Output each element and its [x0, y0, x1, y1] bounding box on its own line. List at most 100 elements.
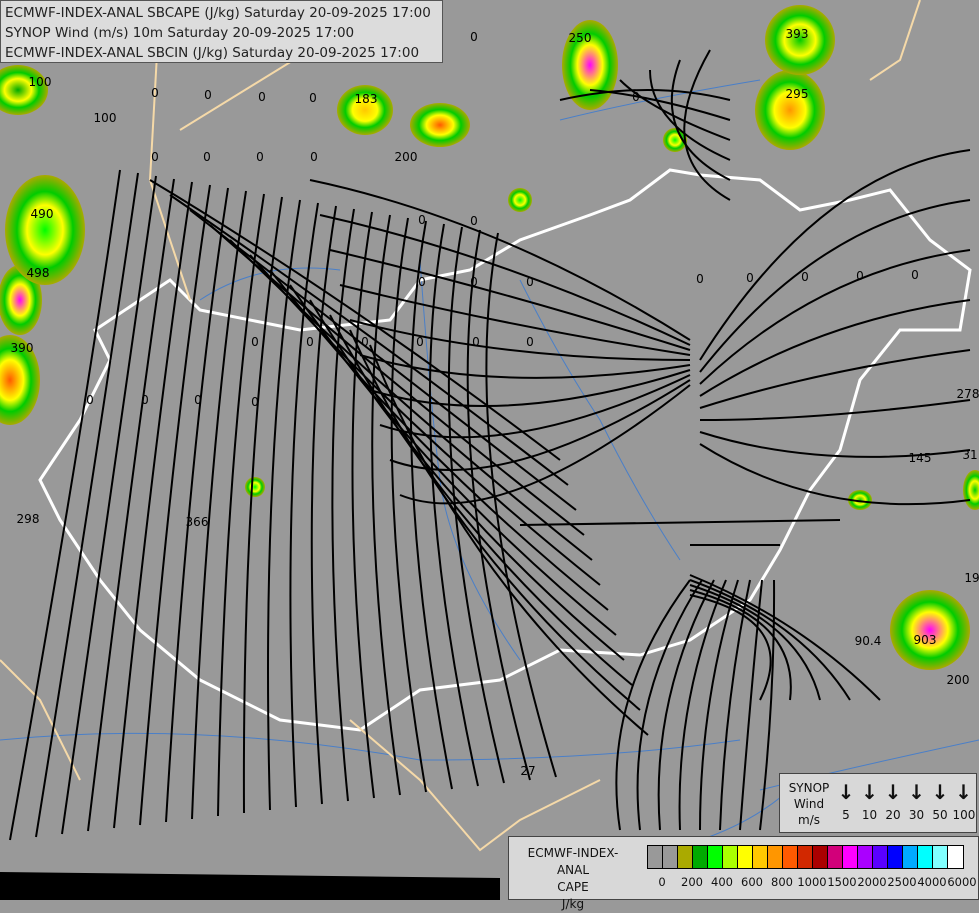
map-value-label: 0 — [416, 335, 424, 349]
cape-tick-label: 0 — [658, 875, 666, 889]
map-value-label: 0 — [204, 88, 212, 102]
wind-speed-label: 100 — [952, 808, 976, 822]
streamline — [371, 214, 401, 796]
map-value-label: 298 — [16, 512, 40, 526]
map-value-label: 100 — [93, 111, 117, 125]
wind-legend-item: ↓ 5 — [835, 782, 857, 822]
streamline — [466, 229, 531, 781]
streamline — [657, 579, 715, 831]
map-value-label: 250 — [568, 31, 592, 45]
cape-color-cell — [693, 846, 708, 868]
map-value-label: 200 — [946, 673, 970, 687]
map-value-label: 0 — [306, 335, 314, 349]
cape-tick-label: 1500 — [827, 875, 857, 889]
wind-speed-label: 5 — [842, 808, 850, 822]
map-value-label: 393 — [785, 27, 809, 41]
cape-color-cell — [918, 846, 933, 868]
map-value-label: 0 — [86, 393, 94, 407]
map-value-label: 490 — [30, 207, 54, 221]
streamline — [289, 202, 319, 808]
map-value-label: 390 — [10, 341, 34, 355]
streamline — [699, 249, 971, 385]
cape-area — [245, 477, 265, 497]
streamline — [169, 194, 569, 486]
wind-arrow-down-icon: ↓ — [931, 780, 949, 804]
cape-color-bar — [647, 845, 964, 869]
map-value-label: 200 — [394, 150, 418, 164]
streamline — [349, 319, 691, 361]
map-value-label: 0 — [256, 150, 264, 164]
cape-color-cell — [843, 846, 858, 868]
streamline — [699, 199, 971, 373]
cape-legend-title: ECMWF-INDEX-ANAL — [527, 846, 619, 877]
cape-color-cell — [888, 846, 903, 868]
cape-color-cell — [798, 846, 813, 868]
map-value-label: 0 — [696, 272, 704, 286]
map-value-label: 100 — [28, 75, 52, 89]
cape-color-cell — [753, 846, 768, 868]
streamline — [636, 579, 703, 831]
map-value-label: 0 — [470, 275, 478, 289]
cape-color-cell — [828, 846, 843, 868]
cape-area — [890, 590, 970, 670]
map-value-label: 498 — [26, 266, 50, 280]
cape-color-cell — [648, 846, 663, 868]
cape-color-cell — [723, 846, 738, 868]
streamline — [113, 181, 193, 829]
wind-arrow-down-icon: ↓ — [908, 780, 925, 804]
map-value-label: 0 — [632, 90, 640, 104]
wind-legend-item: ↓ 100 — [952, 780, 976, 822]
wind-arrow-down-icon: ↓ — [955, 780, 972, 804]
cape-tick-label: 6000 — [947, 875, 977, 889]
map-value-label: 0 — [526, 335, 534, 349]
cape-tick-label: 1000 — [797, 875, 827, 889]
cape-color-cell — [738, 846, 753, 868]
streamline — [242, 196, 283, 814]
map-value-label: 0 — [801, 270, 809, 284]
wind-speed-label: 10 — [861, 808, 878, 822]
cape-area — [0, 65, 48, 115]
streamline — [699, 349, 971, 409]
wind-legend-item: ↓ 10 — [859, 782, 881, 822]
wind-arrow-down-icon: ↓ — [837, 780, 855, 804]
map-value-label: 278 — [956, 387, 979, 401]
map-value-label: 19 — [964, 571, 979, 585]
map-value-label: 903 — [913, 633, 937, 647]
cape-color-cell — [768, 846, 783, 868]
country-borders — [0, 0, 972, 852]
streamline — [209, 224, 585, 536]
streamline — [351, 211, 375, 799]
streamline — [329, 249, 691, 351]
bottom-black-strip — [0, 872, 500, 900]
cape-legend: ECMWF-INDEX-ANAL CAPE J/kg 0 200 400 600 800… — [508, 836, 979, 911]
wind-streamlines — [9, 49, 971, 841]
title-synop-wind: SYNOP Wind (m/s) 10m Saturday 20-09-2025… — [5, 25, 355, 41]
streamline — [217, 193, 265, 817]
cape-tick-label: 600 — [741, 875, 763, 889]
streamline — [699, 579, 739, 831]
streamline — [309, 179, 691, 341]
cape-tick-label: 800 — [771, 875, 793, 889]
cape-color-cell — [783, 846, 798, 868]
map-value-label: 0 — [418, 275, 426, 289]
map-value-label: 0 — [856, 269, 864, 283]
streamline — [191, 190, 247, 820]
map-value-label: 0 — [470, 214, 478, 228]
wind-legend: SYNOP Wind m/s ↓ 5 ↓ 10 ↓ 20 ↓ 30 ↓ 50 ↓ 100 — [779, 773, 977, 833]
cape-color-cell — [678, 846, 693, 868]
streamline — [139, 184, 211, 826]
map-value-label: 0 — [911, 268, 919, 282]
cape-color-cell — [663, 846, 678, 868]
cape-tick-label: 2500 — [887, 875, 917, 889]
cape-legend-title: CAPE — [557, 880, 589, 894]
cape-color-cell — [813, 846, 828, 868]
wind-arrow-down-icon: ↓ — [884, 780, 902, 804]
cape-color-cell — [858, 846, 873, 868]
title-sbcape: ECMWF-INDEX-ANAL SBCAPE (J/kg) Saturday … — [5, 5, 431, 21]
map-value-label: 0 — [151, 86, 159, 100]
weather-map[interactable] — [0, 0, 979, 900]
country-border — [38, 168, 972, 732]
cape-tick-label: 4000 — [917, 875, 947, 889]
map-value-label: 27 — [520, 764, 536, 778]
map-value-label: 0 — [310, 150, 318, 164]
